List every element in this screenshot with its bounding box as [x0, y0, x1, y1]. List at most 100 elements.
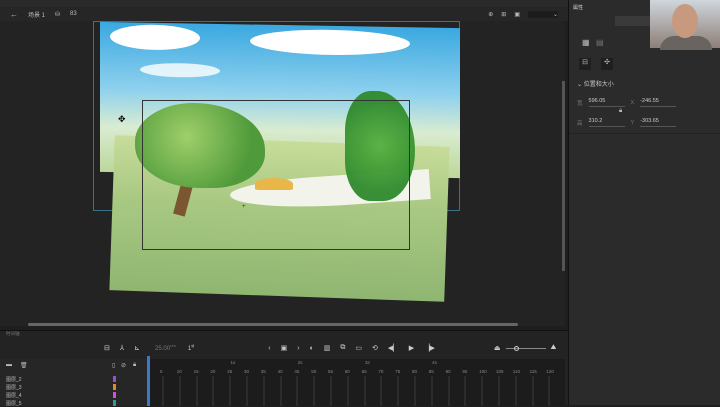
frame-unit: 帧	[191, 344, 195, 348]
frame-column	[296, 376, 299, 406]
frame-tick: 40	[277, 369, 283, 374]
prev-keyframe-icon[interactable]: ‹	[268, 345, 270, 352]
scene-label[interactable]: 场景 1	[28, 10, 45, 19]
fit-icon[interactable]: ▣	[514, 11, 520, 18]
frame-column	[212, 376, 215, 406]
layer-color	[113, 392, 116, 398]
frame-column	[195, 376, 198, 406]
timeline-zoom-slider[interactable]	[505, 345, 546, 351]
panel-button[interactable]	[615, 16, 655, 26]
section-header[interactable]: ⌄ 位置和大小	[577, 79, 614, 88]
zoom-dropdown[interactable]: ⌄	[528, 10, 558, 18]
x-field[interactable]: -246.55	[640, 98, 677, 107]
vertical-scrollbar[interactable]	[562, 81, 565, 271]
height-field[interactable]: 310.2	[588, 118, 625, 127]
camera-icon[interactable]: ⊟	[104, 344, 110, 352]
zoom-frames-icon[interactable]: ⛰	[551, 344, 557, 352]
cloud	[140, 62, 220, 78]
parent-icon[interactable]: ⅄	[120, 344, 124, 352]
properties-tab[interactable]: 属性	[573, 4, 583, 11]
frame-tick: 5	[160, 369, 163, 374]
fps-field[interactable]: 25.00FPS	[155, 344, 176, 352]
onion-skin-icon[interactable]: ◐	[310, 345, 314, 352]
layers-list: ▬ 🗑︎ ▯ ⊘ 🔒︎ 图层_2 图层_3 图层_4 图层_5	[0, 359, 148, 407]
frame-tick: 50	[311, 369, 317, 374]
frame-tick: 70	[378, 369, 384, 374]
second-marker: 2s	[297, 360, 303, 365]
play-icon[interactable]: ▶	[409, 344, 414, 352]
y-field[interactable]: -303.65	[640, 118, 677, 127]
frame-column	[330, 376, 332, 406]
width-field[interactable]: 596.05	[588, 98, 625, 107]
clip-icon[interactable]: ⊞	[501, 11, 506, 18]
frame-column	[514, 376, 517, 406]
fps-value: 25.00	[155, 346, 171, 352]
layer-row[interactable]: 图层_3	[0, 383, 148, 391]
new-folder-icon[interactable]: ▬	[6, 362, 12, 368]
frame-tick: 55	[328, 369, 334, 374]
frame-column	[363, 376, 366, 406]
transform-icon[interactable]: ✣	[601, 58, 613, 70]
lock-icon[interactable]: 🔒︎	[619, 108, 622, 115]
frame-tick: 10	[176, 369, 182, 374]
delete-icon[interactable]: 🗑︎	[20, 362, 28, 369]
step-forward-icon[interactable]: ▕▶	[424, 344, 435, 352]
frame-tick: 85	[428, 369, 434, 374]
fit-frames-icon[interactable]: ⏏	[494, 344, 501, 352]
frame-column	[178, 376, 181, 406]
visibility-icon[interactable]: ⊘	[121, 362, 126, 369]
object-icon[interactable]: ▦	[582, 38, 590, 47]
frame-column	[380, 376, 383, 406]
frame-column	[262, 376, 265, 406]
frames-grid[interactable]: 5 10 15 20 25 30 35 40 45 50 55 60 65 70 75 80 85 90 95 100…	[150, 359, 565, 406]
frame-tick: 15	[193, 369, 199, 374]
frame-tick: 95	[462, 369, 468, 374]
fps-unit: FPS	[170, 344, 176, 348]
divider	[569, 133, 720, 134]
frame-column	[430, 376, 433, 406]
center-stage-icon[interactable]: ⊕	[488, 11, 493, 18]
layer-name: 图层_2	[6, 376, 22, 383]
align-icon[interactable]: ⊟	[579, 58, 591, 70]
properties-panel: 属性 ▦ ▤ ⊟ ✣ ⌄ 位置和大小 宽 596.05 X -246.55 🔒︎…	[568, 0, 720, 405]
layer-row[interactable]: 图层_2	[0, 375, 148, 383]
frame-column	[481, 376, 484, 406]
graph-icon[interactable]: ⊾	[134, 344, 140, 352]
frame-column	[464, 376, 467, 406]
second-marker: 4s	[432, 360, 437, 365]
frame-tick: 25	[227, 369, 233, 374]
frame-column	[229, 376, 232, 406]
insert-keyframe-icon[interactable]: ▣	[281, 344, 288, 352]
frame-field[interactable]: 1帧	[188, 344, 194, 352]
frame-column	[397, 376, 400, 406]
x-label: X	[630, 99, 635, 106]
timeline-tab[interactable]: 时间轴	[6, 331, 20, 337]
person-shirt	[660, 36, 712, 50]
scene-bar: ← 场景 1 ⛁ 83 ⊕ ⊞ ▣ ⌄	[0, 7, 568, 21]
frame-tick: 100	[479, 369, 487, 374]
symbol-icon[interactable]: ⛁	[55, 11, 60, 18]
layer-row[interactable]: 图层_5	[0, 399, 148, 407]
step-back-icon[interactable]: ◀▏	[388, 344, 399, 352]
lock-all-icon[interactable]: 🔒︎	[133, 362, 136, 369]
layer-color	[113, 400, 116, 406]
frame-icon[interactable]: ▤	[596, 38, 604, 47]
loop-icon[interactable]: ⟲	[372, 344, 378, 352]
frame-tick: 45	[294, 369, 300, 374]
frame-view-icon[interactable]: ▭	[355, 344, 362, 352]
frame-column	[346, 376, 349, 406]
outline-icon[interactable]: ▯	[112, 362, 115, 369]
timeline-panel: 时间轴 ⊟ ⅄ ⊾ 25.00FPS 1帧 ‹ ▣ › ◐ ▥ ⧉ ▭ ⟲ ◀▏…	[0, 330, 568, 407]
next-keyframe-icon[interactable]: ›	[297, 345, 299, 352]
y-label: Y	[630, 119, 635, 126]
back-button[interactable]: ←	[10, 10, 18, 19]
layer-color	[113, 376, 116, 382]
sync-icon[interactable]: ⧉	[340, 344, 345, 352]
frame-column	[531, 376, 534, 406]
playhead[interactable]	[147, 356, 150, 406]
stage-canvas[interactable]: ✥ +	[0, 21, 565, 326]
horizontal-scrollbar[interactable]	[28, 323, 518, 326]
edit-multiple-icon[interactable]: ▥	[324, 344, 331, 352]
layer-row[interactable]: 图层_4	[0, 391, 148, 399]
zoom-value[interactable]: 83	[70, 11, 77, 17]
